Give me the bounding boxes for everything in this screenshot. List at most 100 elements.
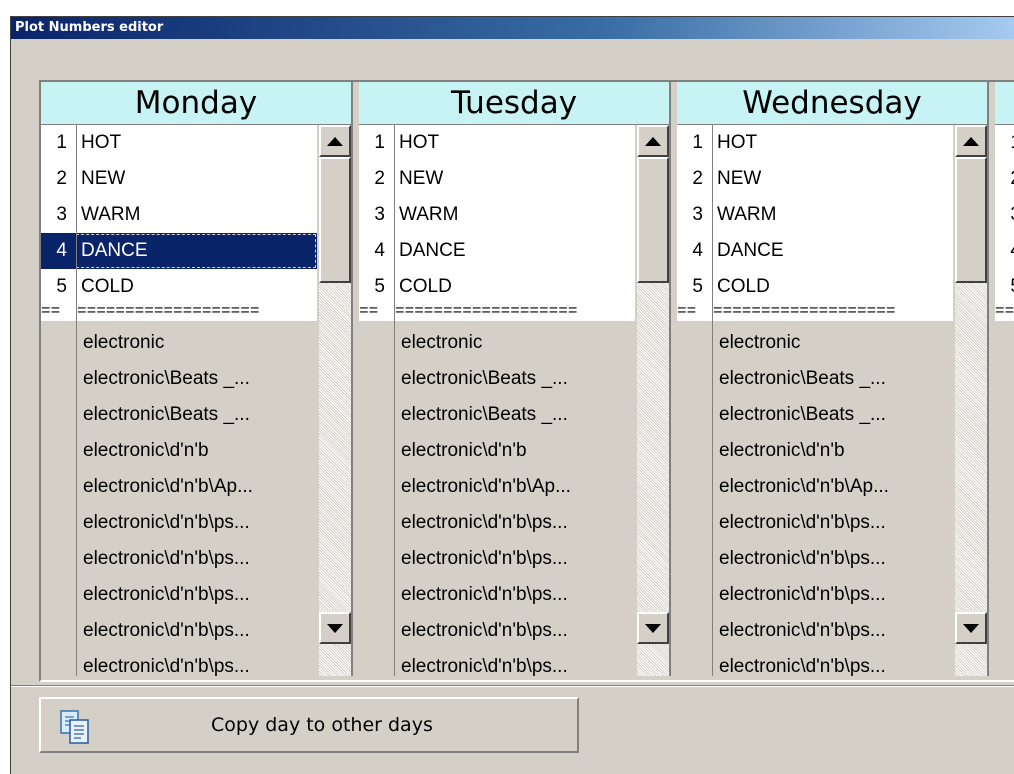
plot-entry[interactable]: 2 NEW	[41, 161, 317, 197]
plot-entry[interactable]: 5 COLD	[41, 269, 317, 305]
genre-item[interactable]: electronic	[719, 325, 953, 361]
scroll-thumb[interactable]	[319, 157, 351, 283]
plot-entry[interactable]: 5	[995, 269, 1014, 305]
plot-entry[interactable]: 3 WARM	[41, 197, 317, 233]
genre-item[interactable]: electronic\d'n'b	[83, 433, 317, 469]
number-column-divider	[394, 125, 395, 676]
plot-list[interactable]: 12345==	[995, 125, 1014, 676]
separator-text: ===================	[395, 302, 578, 320]
plot-entry-number: 5	[692, 276, 703, 297]
plot-entry-label: COLD	[399, 276, 452, 297]
plot-entry-number: 4	[995, 233, 1014, 269]
genre-item[interactable]: electronic\Beats _...	[719, 361, 953, 397]
scroll-thumb[interactable]	[955, 157, 987, 283]
genre-item[interactable]: electronic\d'n'b	[401, 433, 635, 469]
genre-item[interactable]: electronic\d'n'b\ps...	[719, 649, 953, 676]
genre-item[interactable]: electronic\d'n'b\ps...	[83, 577, 317, 613]
plot-entry[interactable]: 1 HOT	[359, 125, 635, 161]
plot-entry[interactable]: 2	[995, 161, 1014, 197]
plot-list[interactable]: 1 HOT 2 NEW 3 WARM 4 DANCE 5 COLD == ==============…	[359, 125, 635, 676]
plot-entry[interactable]: 3 WARM	[677, 197, 953, 233]
separator-text: ===================	[77, 302, 260, 320]
divider-highlight	[11, 686, 1014, 687]
plot-entry[interactable]: 1 HOT	[677, 125, 953, 161]
plot-entry-number: 5	[56, 276, 67, 297]
genre-item[interactable]: electronic\d'n'b\ps...	[401, 577, 635, 613]
scroll-up-button[interactable]	[319, 125, 351, 157]
plot-entry-label: DANCE	[399, 240, 466, 261]
plot-entry-label: HOT	[399, 132, 440, 153]
scroll-up-button[interactable]	[637, 125, 669, 157]
plot-entry-number: 3	[56, 204, 67, 225]
plot-entry[interactable]: 4 DANCE	[359, 233, 635, 269]
plot-entry-number: 4	[692, 240, 703, 261]
day-header	[995, 82, 1014, 125]
plot-entry[interactable]: 2 NEW	[359, 161, 635, 197]
plot-entry-label: DANCE	[717, 240, 784, 261]
genre-item[interactable]: electronic	[83, 325, 317, 361]
plot-entry-number: 1	[995, 125, 1014, 161]
genre-item[interactable]: electronic\Beats _...	[401, 361, 635, 397]
genre-item[interactable]: electronic\d'n'b\ps...	[401, 613, 635, 649]
arrow-up-icon	[963, 136, 979, 146]
day-column-tuesday: Tuesday 1 HOT 2 NEW 3 WARM 4 DANCE 5 COLD == =======…	[359, 82, 671, 676]
copy-day-button[interactable]: Copy day to other days	[39, 697, 579, 753]
genre-item[interactable]: electronic\d'n'b\ps...	[83, 541, 317, 577]
vertical-scrollbar[interactable]	[955, 125, 987, 676]
genre-item[interactable]: electronic	[401, 325, 635, 361]
genre-item[interactable]: electronic\d'n'b\ps...	[83, 505, 317, 541]
genre-item[interactable]: electronic\d'n'b\ps...	[719, 505, 953, 541]
day-column-partial: 12345==	[995, 82, 1014, 676]
separator-number: ==	[995, 302, 1014, 320]
plot-entry[interactable]: 2 NEW	[677, 161, 953, 197]
genre-item[interactable]: electronic\d'n'b\ps...	[83, 613, 317, 649]
scroll-down-button[interactable]	[319, 612, 351, 644]
separator-row: ==	[995, 301, 1014, 321]
genre-item[interactable]: electronic\d'n'b\Ap...	[401, 469, 635, 505]
genre-item[interactable]: electronic\d'n'b\ps...	[401, 541, 635, 577]
number-column-divider	[712, 125, 713, 676]
vertical-scrollbar[interactable]	[637, 125, 669, 676]
genre-item[interactable]: electronic\Beats _...	[83, 397, 317, 433]
plot-entry-number: 2	[995, 161, 1014, 197]
scroll-up-button[interactable]	[955, 125, 987, 157]
scroll-down-button[interactable]	[955, 612, 987, 644]
genre-item[interactable]: electronic\Beats _...	[83, 361, 317, 397]
genre-item[interactable]: electronic\Beats _...	[401, 397, 635, 433]
plot-entry-number: 5	[374, 276, 385, 297]
genre-item[interactable]: electronic\d'n'b	[719, 433, 953, 469]
plot-entry[interactable]: 5 COLD	[677, 269, 953, 305]
separator-row: == ===================	[677, 301, 953, 321]
plot-entry[interactable]: 5 COLD	[359, 269, 635, 305]
plot-entry-number: 5	[995, 269, 1014, 305]
plot-entry[interactable]: 1	[995, 125, 1014, 161]
genre-item[interactable]: electronic\d'n'b\ps...	[83, 649, 317, 676]
genre-item[interactable]: electronic\d'n'b\ps...	[719, 577, 953, 613]
plot-entry-number: 1	[374, 132, 385, 153]
day-column-monday: Monday 1 HOT 2 NEW 3 WARM 4 DANCE 5 COLD == ========…	[41, 82, 353, 676]
copy-documents-icon	[60, 710, 89, 744]
genre-item[interactable]: electronic\d'n'b\ps...	[719, 613, 953, 649]
scroll-thumb[interactable]	[637, 157, 669, 283]
plot-entry[interactable]: 4 DANCE	[677, 233, 953, 269]
plot-list[interactable]: 1 HOT 2 NEW 3 WARM 4 DANCE 5 COLD == ==============…	[41, 125, 317, 676]
plot-entry[interactable]: 4 DANCE	[41, 233, 317, 269]
arrow-down-icon	[327, 623, 343, 633]
plot-entry-number: 3	[995, 197, 1014, 233]
plot-list[interactable]: 1 HOT 2 NEW 3 WARM 4 DANCE 5 COLD == ==============…	[677, 125, 953, 676]
plot-numbers-editor-window: Plot Numbers editor Monday 1 HOT 2 NEW 3 WARM 4…	[10, 16, 1014, 774]
plot-entry[interactable]: 1 HOT	[41, 125, 317, 161]
genre-item[interactable]: electronic\d'n'b\ps...	[401, 505, 635, 541]
genre-item[interactable]: electronic\d'n'b\ps...	[719, 541, 953, 577]
genre-item[interactable]: electronic\Beats _...	[719, 397, 953, 433]
vertical-scrollbar[interactable]	[319, 125, 351, 676]
separator-number: ==	[41, 302, 61, 320]
genre-item[interactable]: electronic\d'n'b\Ap...	[719, 469, 953, 505]
genre-item[interactable]: electronic\d'n'b\ps...	[401, 649, 635, 676]
plot-entry-label: WARM	[81, 204, 141, 225]
scroll-down-button[interactable]	[637, 612, 669, 644]
plot-entry[interactable]: 3	[995, 197, 1014, 233]
genre-item[interactable]: electronic\d'n'b\Ap...	[83, 469, 317, 505]
plot-entry[interactable]: 3 WARM	[359, 197, 635, 233]
plot-entry[interactable]: 4	[995, 233, 1014, 269]
